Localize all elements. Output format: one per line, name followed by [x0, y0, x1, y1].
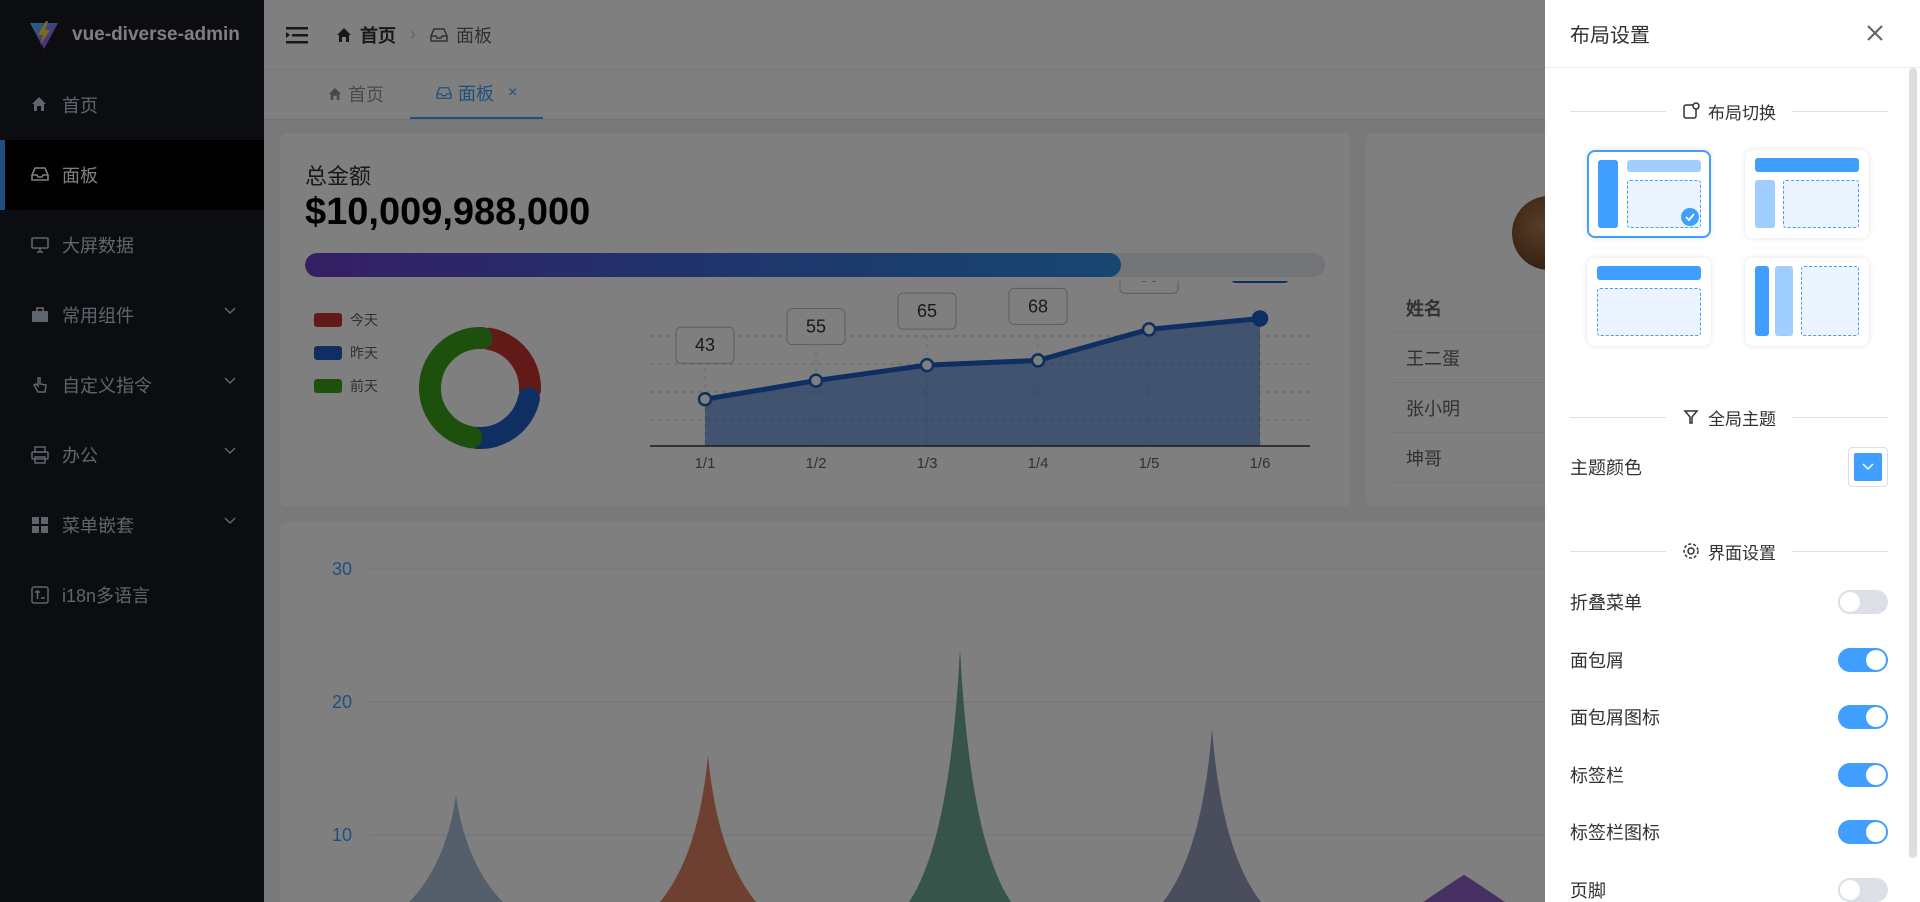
brush-icon	[1683, 410, 1699, 424]
layout-settings-drawer: 布局设置 布局切换 全局主题 主题颜色 界面设置 折叠菜单 面包屑 面包屑图标 …	[1545, 0, 1920, 902]
color-swatch	[1854, 453, 1882, 481]
layout-switch-icon	[1683, 102, 1700, 119]
toggle-switch[interactable]	[1838, 820, 1888, 844]
check-icon	[1681, 208, 1699, 226]
section-divider: 界面设置	[1570, 536, 1888, 566]
close-icon[interactable]	[1864, 22, 1886, 44]
drawer-scrollbar[interactable]	[1909, 68, 1917, 858]
toggle-switch[interactable]	[1838, 647, 1888, 672]
setting-label: 页脚	[1570, 880, 1606, 901]
drawer-title: 布局设置	[1570, 25, 1650, 47]
setting-row: 页脚	[1570, 870, 1888, 902]
layout-option-horizontal[interactable]	[1587, 258, 1711, 346]
setting-label: 折叠菜单	[1570, 593, 1642, 613]
switch-knob	[1866, 707, 1886, 727]
section-divider: 布局切换	[1570, 96, 1888, 126]
toggle-switch[interactable]	[1838, 590, 1888, 614]
section-label: 界面设置	[1708, 543, 1776, 563]
toggle-switch[interactable]	[1838, 762, 1888, 787]
setting-label: 标签栏	[1570, 765, 1624, 786]
setting-label: 面包屑	[1570, 650, 1624, 671]
setting-row: 标签栏图标	[1570, 812, 1888, 852]
toggle-switch[interactable]	[1838, 877, 1888, 902]
gear-icon	[1683, 543, 1699, 559]
theme-color-row: 主题颜色	[1570, 447, 1888, 487]
setting-row: 面包屑	[1570, 640, 1888, 680]
toggle-switch[interactable]	[1838, 705, 1888, 729]
setting-row: 折叠菜单	[1570, 582, 1888, 622]
setting-label: 面包屑图标	[1570, 708, 1660, 728]
switch-knob	[1866, 649, 1886, 670]
setting-label: 标签栏图标	[1570, 823, 1660, 843]
switch-knob	[1866, 822, 1886, 842]
switch-knob	[1840, 592, 1860, 612]
layout-option-vertical[interactable]	[1587, 150, 1711, 238]
setting-row: 标签栏	[1570, 755, 1888, 795]
section-divider: 全局主题	[1570, 402, 1888, 432]
section-label: 全局主题	[1708, 409, 1776, 429]
switch-knob	[1840, 879, 1860, 900]
theme-color-picker[interactable]	[1848, 447, 1888, 487]
switch-knob	[1866, 764, 1886, 785]
drawer-header: 布局设置	[1545, 0, 1920, 68]
chevron-down-icon	[1862, 463, 1874, 471]
setting-row: 面包屑图标	[1570, 697, 1888, 737]
setting-label: 主题颜色	[1570, 458, 1642, 478]
layout-option-classic[interactable]	[1745, 150, 1869, 238]
layout-option-columns[interactable]	[1745, 258, 1869, 346]
section-label: 布局切换	[1708, 103, 1776, 123]
